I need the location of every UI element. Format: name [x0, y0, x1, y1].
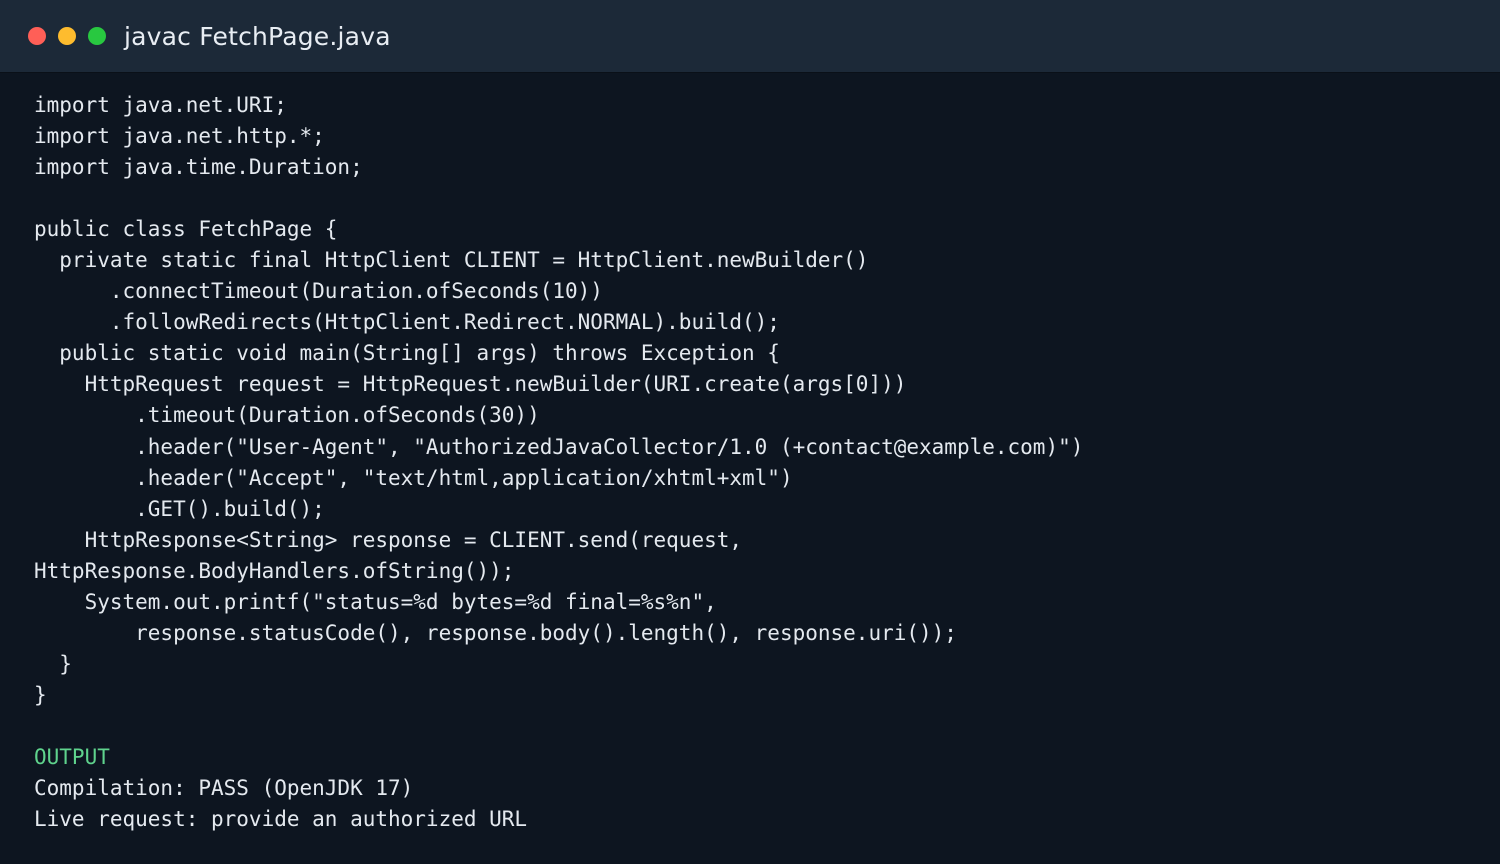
output-line-request: Live request: provide an authorized URL: [34, 807, 528, 832]
output-label: OUTPUT: [34, 744, 110, 769]
code-block: import java.net.URI; import java.net.htt…: [34, 93, 1084, 707]
terminal-window: javac FetchPage.java import java.net.URI…: [0, 0, 1500, 864]
output-line-compilation: Compilation: PASS (OpenJDK 17): [34, 775, 414, 800]
editor-content: import java.net.URI; import java.net.htt…: [34, 0, 1500, 835]
